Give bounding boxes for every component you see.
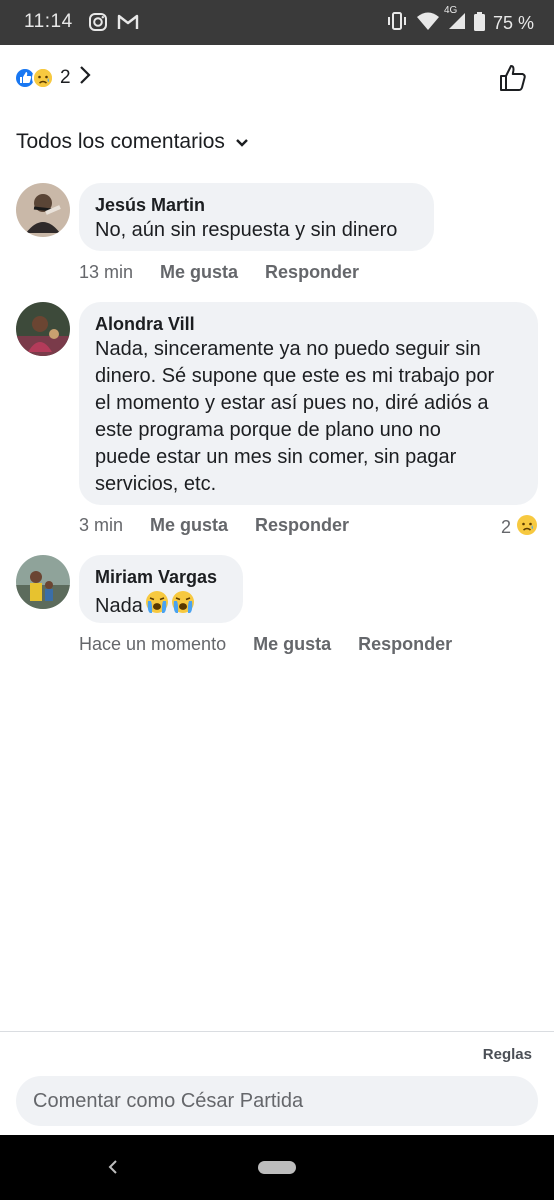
rules-link[interactable]: Reglas: [483, 1046, 532, 1063]
comment-bubble[interactable]: Jesús Martin No, aún sin respuesta y sin…: [79, 183, 434, 251]
avatar[interactable]: [16, 302, 70, 356]
crying-emoji-icon: [170, 589, 196, 623]
comment-bubble[interactable]: Miriam Vargas Nada: [79, 555, 243, 623]
filter-label: Todos los comentarios: [16, 130, 225, 153]
home-pill-icon[interactable]: [258, 1161, 296, 1174]
status-bar: 11:14 4G 75 %: [0, 0, 554, 45]
comment-text-line: este programa porque de plano uno no: [95, 419, 441, 441]
reply-button[interactable]: Responder: [265, 262, 359, 283]
reaction-bar: 2: [0, 45, 554, 115]
chevron-down-icon: [235, 130, 249, 154]
vibrate-icon: [386, 11, 408, 36]
comment-author[interactable]: Jesús Martin: [95, 193, 418, 217]
footer-divider: [0, 1031, 554, 1032]
back-icon[interactable]: [107, 1156, 119, 1183]
status-right: 4G 75 %: [386, 5, 534, 36]
comment-actions: Hace un momento Me gusta Responder: [79, 634, 452, 655]
comment-text-row: Nada: [95, 589, 227, 623]
sad-reaction-icon: [516, 514, 538, 541]
comment-bubble[interactable]: Alondra Vill Nada, sinceramente ya no pu…: [79, 302, 538, 505]
comment-composer[interactable]: [16, 1076, 538, 1126]
thumbs-up-outline-icon[interactable]: [498, 63, 528, 98]
battery-percent: 75 %: [492, 13, 534, 33]
comment-text-line: el momento y estar así pues no, diré adi…: [95, 392, 489, 414]
sad-reaction-icon: [32, 66, 54, 89]
network-label: 4G: [443, 5, 458, 16]
comment-author[interactable]: Miriam Vargas: [95, 565, 227, 589]
comment-filter[interactable]: Todos los comentarios: [16, 130, 249, 154]
comment-time[interactable]: Hace un momento: [79, 634, 226, 655]
like-button[interactable]: Me gusta: [150, 515, 228, 536]
like-button[interactable]: Me gusta: [253, 634, 331, 655]
comment-reaction-summary[interactable]: 2: [501, 514, 538, 541]
comment-text: No, aún sin respuesta y sin dinero: [95, 219, 398, 241]
comment-time[interactable]: 3 min: [79, 515, 123, 536]
gmail-icon: [117, 12, 139, 37]
comment-actions: 3 min Me gusta Responder: [79, 515, 349, 536]
comment-text-line: servicios, etc.: [95, 473, 217, 495]
comment-text-line: puede estar un mes sin comer, sin pagar: [95, 446, 457, 468]
wifi-icon: [416, 11, 440, 36]
comment-time[interactable]: 13 min: [79, 262, 133, 283]
signal-icon: 4G: [444, 5, 466, 35]
battery-icon: [473, 11, 485, 36]
status-time: 11:14: [24, 11, 73, 32]
instagram-icon: [88, 12, 108, 37]
like-button[interactable]: Me gusta: [160, 262, 238, 283]
chevron-right-icon[interactable]: [79, 65, 91, 90]
reaction-summary[interactable]: 2: [14, 65, 91, 90]
comment-actions: 13 min Me gusta Responder: [79, 262, 359, 283]
reaction-count: 2: [60, 66, 71, 88]
comment-reaction-count: 2: [500, 517, 511, 537]
reply-button[interactable]: Responder: [358, 634, 452, 655]
comment-text: Nada: [95, 594, 143, 617]
system-nav-bar: [0, 1135, 554, 1200]
comment-text-line: dinero. Sé supone que este es mi trabajo…: [95, 365, 495, 387]
comment-input[interactable]: [16, 1076, 538, 1126]
reply-button[interactable]: Responder: [255, 515, 349, 536]
avatar[interactable]: [16, 555, 70, 609]
comment-text-line: Nada, sinceramente ya no puedo seguir si…: [95, 338, 481, 360]
comment-author[interactable]: Alondra Vill: [95, 312, 522, 336]
avatar[interactable]: [16, 183, 70, 237]
crying-emoji-icon: [144, 589, 170, 623]
